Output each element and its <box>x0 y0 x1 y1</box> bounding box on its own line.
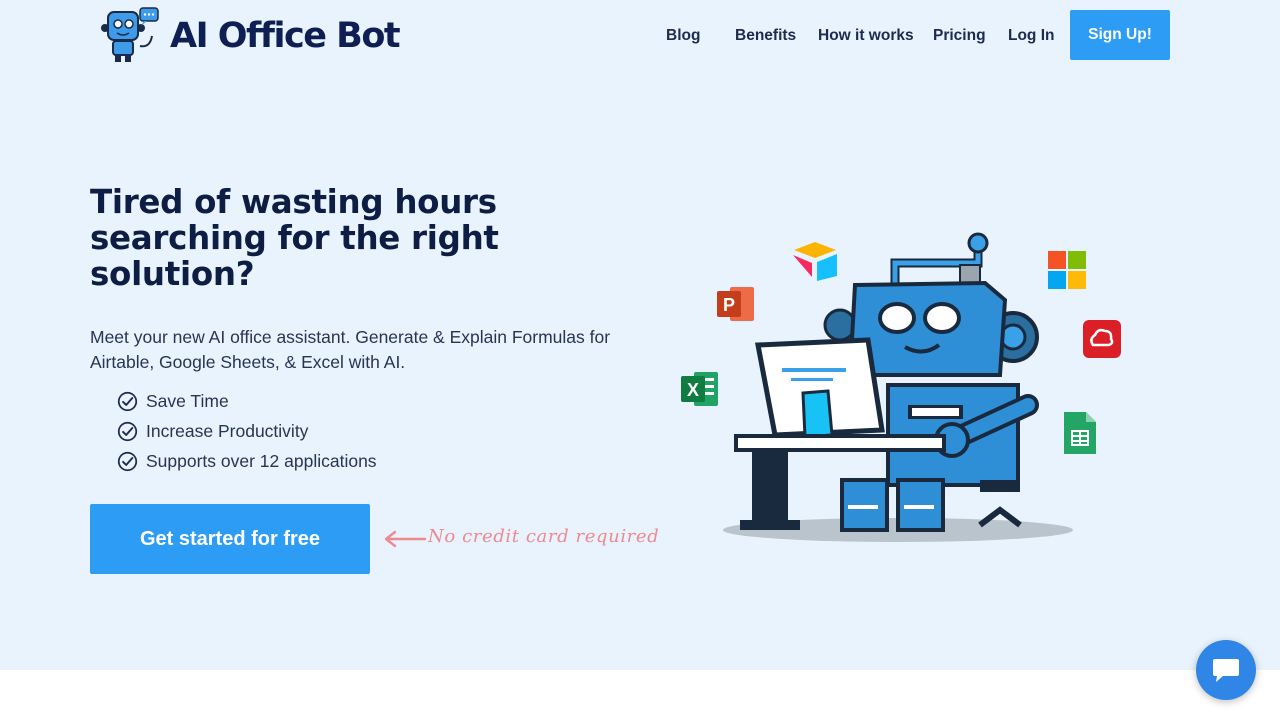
site-header: AI Office Bot Blog Benefits How it works… <box>0 0 1280 72</box>
feature-label: Save Time <box>146 390 229 411</box>
nav-pricing[interactable]: Pricing <box>933 27 986 45</box>
excel-icon: X <box>681 372 718 406</box>
feature-label: Increase Productivity <box>146 420 309 441</box>
nav-blog[interactable]: Blog <box>666 27 700 45</box>
no-credit-card-note: No credit card required <box>428 526 660 547</box>
feature-item: Save Time <box>117 386 377 416</box>
check-circle-icon <box>117 451 138 471</box>
nav-login[interactable]: Log In <box>1008 27 1055 45</box>
signup-button[interactable]: Sign Up! <box>1070 10 1170 60</box>
hero-title: Tired of wasting hours searching for the… <box>90 183 499 293</box>
feature-list: Save Time Increase Productivity Supports… <box>117 386 377 476</box>
airtable-icon <box>793 242 837 281</box>
microsoft-icon <box>1048 251 1086 289</box>
brand-name: AI Office Bot <box>170 16 401 56</box>
creative-cloud-icon <box>1083 320 1121 358</box>
google-sheets-icon <box>1064 412 1096 454</box>
hero-subtitle: Meet your new AI office assistant. Gener… <box>90 327 611 372</box>
check-circle-icon <box>117 421 138 441</box>
get-started-button[interactable]: Get started for free <box>90 504 370 574</box>
brand-logo[interactable]: AI Office Bot <box>100 6 401 64</box>
powerpoint-icon: P <box>717 287 754 321</box>
svg-text:P: P <box>723 295 735 315</box>
feature-item: Increase Productivity <box>117 416 377 446</box>
arrow-left-icon <box>384 530 427 548</box>
check-circle-icon <box>117 391 138 411</box>
chat-widget-button[interactable] <box>1196 640 1256 700</box>
nav-benefits[interactable]: Benefits <box>735 27 796 45</box>
feature-item: Supports over 12 applications <box>117 446 377 476</box>
nav-how-it-works[interactable]: How it works <box>818 27 914 45</box>
chat-bubble-icon <box>1213 659 1239 682</box>
feature-label: Supports over 12 applications <box>146 450 377 471</box>
next-section <box>0 670 1280 720</box>
robot-logo-icon <box>101 7 159 62</box>
svg-text:X: X <box>687 380 699 400</box>
